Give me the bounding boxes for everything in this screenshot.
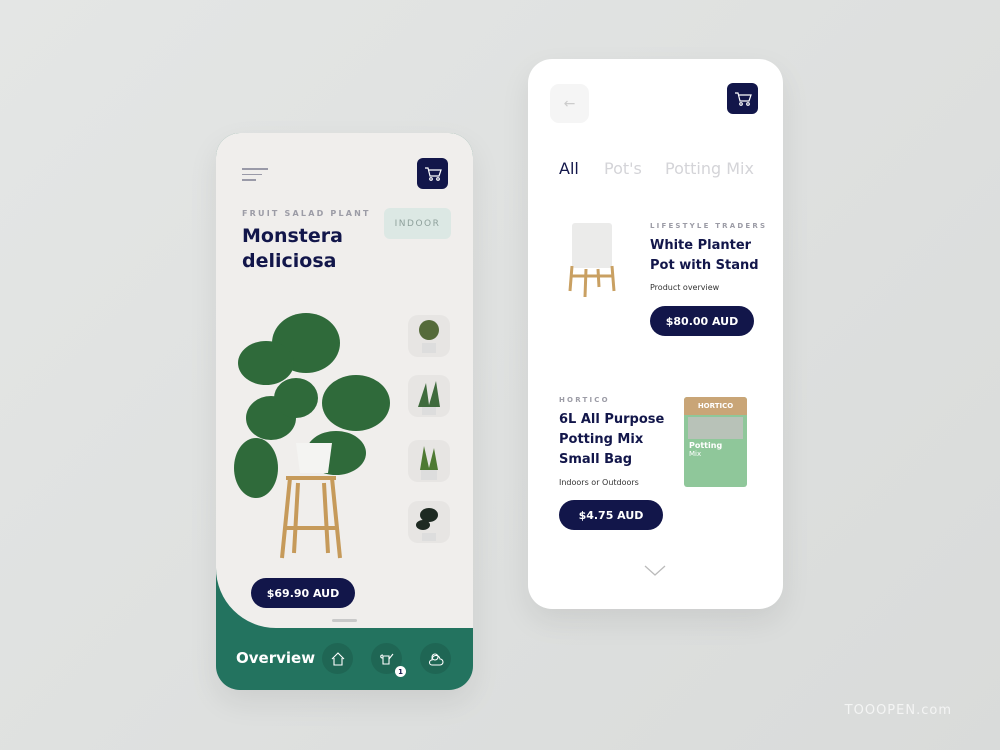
watermark: TOOOPEN.com	[844, 703, 952, 718]
price-button[interactable]: $69.90 AUD	[251, 578, 355, 608]
plant-detail-screen: FRUIT SALAD PLANT Monstera deliciosa INDO…	[216, 133, 473, 690]
product-brand: HORTICO	[559, 396, 610, 404]
indoor-badge: INDOOR	[384, 208, 451, 239]
thumbnail-tree[interactable]	[408, 315, 450, 357]
planter-pot-image	[568, 223, 616, 298]
product-name[interactable]: White Planter Pot with Stand	[650, 236, 759, 276]
home-icon	[331, 651, 344, 666]
monstera-plant-image	[234, 313, 390, 559]
price-button[interactable]: $80.00 AUD	[650, 306, 754, 336]
shop-screen: ← All Pot's Potting Mix LIFESTYLE TRADER…	[528, 59, 783, 609]
plant-subtitle: FRUIT SALAD PLANT	[242, 209, 371, 218]
chevron-down-icon[interactable]	[644, 565, 666, 577]
thumbnail-snake-plant[interactable]	[408, 375, 450, 417]
cart-icon	[424, 166, 442, 181]
nav-home-button[interactable]	[322, 643, 353, 674]
plant-detail-panel: FRUIT SALAD PLANT Monstera deliciosa INDO…	[216, 133, 473, 628]
nav-weather-button[interactable]	[420, 643, 451, 674]
tab-all[interactable]: All	[559, 159, 579, 178]
overview-label[interactable]: Overview	[236, 649, 315, 667]
product-name[interactable]: 6L All Purpose Potting Mix Small Bag	[559, 410, 664, 470]
tab-potting-mix[interactable]: Potting Mix	[665, 159, 754, 178]
potting-mix-bag-image: HORTICO Potting Mix	[684, 397, 747, 487]
plant-title: Monstera deliciosa	[242, 225, 343, 272]
cart-button[interactable]	[727, 83, 758, 114]
price-button[interactable]: $4.75 AUD	[559, 500, 663, 530]
product-brand: LIFESTYLE TRADERS	[650, 222, 768, 230]
notification-badge: 1	[395, 666, 406, 677]
thumbnail-sansevieria[interactable]	[408, 440, 450, 482]
back-button[interactable]: ←	[550, 84, 589, 123]
product-description: Indoors or Outdoors	[559, 478, 639, 487]
thumbnail-rubber-plant[interactable]	[408, 501, 450, 543]
nav-watering-button[interactable]: 1	[371, 643, 406, 677]
watering-can-icon	[379, 653, 393, 665]
cart-button[interactable]	[417, 158, 448, 189]
tab-pots[interactable]: Pot's	[604, 159, 642, 178]
menu-icon[interactable]	[242, 168, 268, 182]
drag-handle[interactable]	[332, 619, 357, 622]
weather-icon	[428, 652, 443, 666]
product-description: Product overview	[650, 283, 720, 292]
cart-icon	[734, 91, 752, 106]
arrow-left-icon: ←	[563, 95, 576, 112]
